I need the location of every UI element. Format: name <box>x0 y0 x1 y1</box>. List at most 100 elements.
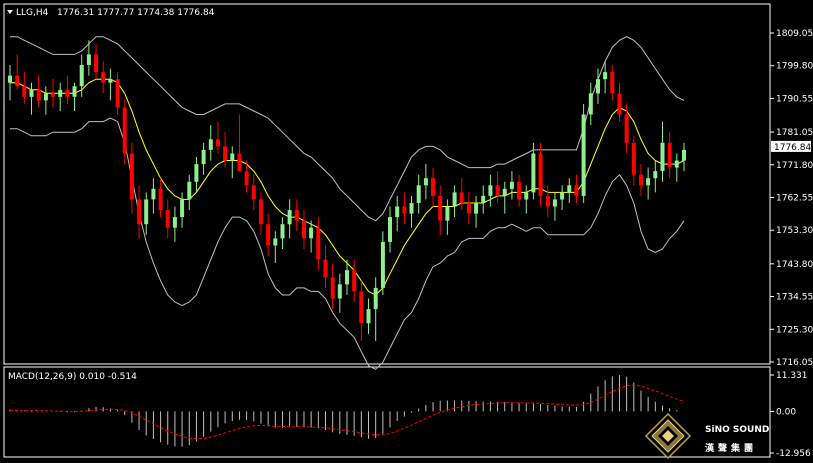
candle-body <box>158 188 163 210</box>
price-tick-label: 1809.05 <box>776 29 813 39</box>
candle-body <box>345 270 349 285</box>
candle-body <box>323 259 328 278</box>
candle-body <box>402 206 407 214</box>
candle-body <box>552 199 557 207</box>
candle-body <box>517 181 522 200</box>
price-tick-label: 1753.30 <box>776 226 813 236</box>
candle-body <box>495 185 500 196</box>
candle-body <box>653 171 658 179</box>
candle-body <box>409 203 414 214</box>
macd-label: MACD(12,26,9) 0.010 -0.514 <box>8 372 137 382</box>
candle-body <box>588 93 593 115</box>
candle-body <box>674 160 679 168</box>
candle-body <box>380 241 385 288</box>
candle-body <box>423 178 428 186</box>
candle-body <box>251 185 256 200</box>
price-tick-label: 1716.05 <box>776 358 813 368</box>
candle-body <box>560 192 565 200</box>
candle-body <box>646 178 651 186</box>
candle-body <box>660 142 665 172</box>
candle-body <box>194 164 199 182</box>
candle-body <box>567 185 572 193</box>
candle-body <box>388 217 392 242</box>
candle-body <box>129 153 134 200</box>
candle-body <box>94 54 98 73</box>
current-price-value: 1776.84 <box>774 143 811 153</box>
candle-body <box>187 181 192 200</box>
ohlc-label: 1776.31 1777.77 1774.38 1776.84 <box>57 8 215 18</box>
candle-body <box>431 178 435 196</box>
macd-tick-label: -12.956 <box>776 449 811 459</box>
candle-body <box>36 89 41 101</box>
price-tick-label: 1734.55 <box>776 293 813 303</box>
price-tick-label: 1781.05 <box>776 128 813 138</box>
candle-body <box>574 185 579 196</box>
candle-body <box>223 146 228 161</box>
candle-body <box>617 93 622 115</box>
candle-body <box>545 195 550 207</box>
candle-body <box>266 224 271 246</box>
candle-body <box>667 142 672 168</box>
candle-body <box>581 114 586 196</box>
candle-body <box>79 65 84 87</box>
candle-body <box>151 188 156 200</box>
symbol-label: LLG,H4 <box>16 8 49 18</box>
candle-body <box>287 210 292 225</box>
candle-body <box>51 93 55 97</box>
price-tick-label: 1771.80 <box>776 161 813 171</box>
candle-body <box>502 188 507 196</box>
macd-tick-label: 0.00 <box>776 407 796 417</box>
candle-body <box>631 142 636 175</box>
candle-body <box>624 114 629 143</box>
candle-body <box>531 153 536 193</box>
candle-body <box>115 79 120 108</box>
candle-body <box>108 79 113 83</box>
current-price-tag: 1776.84 <box>771 140 811 153</box>
candle-body <box>359 291 364 324</box>
candle-body <box>596 79 600 94</box>
candle-body <box>8 75 12 83</box>
price-tick-label: 1790.55 <box>776 94 813 104</box>
candle-body <box>474 203 479 214</box>
candle-body <box>144 199 149 225</box>
candle-body <box>438 195 443 221</box>
price-chart: 1809.05 1799.80 1790.55 1781.05 1771.80 1762.… <box>0 0 813 463</box>
candle-body <box>165 210 170 228</box>
candle-body <box>610 72 615 94</box>
candle-body <box>509 181 514 189</box>
candle-body <box>215 139 220 147</box>
candle-body <box>43 93 48 101</box>
candle-body <box>172 217 177 228</box>
candle-body <box>244 171 249 186</box>
candle-body <box>538 153 543 196</box>
candle-body <box>101 72 106 83</box>
logo-cn-text: 漢聲集團 <box>705 442 757 454</box>
candle-body <box>481 195 486 203</box>
candle-body <box>137 199 142 225</box>
candle-body <box>122 107 127 154</box>
logo-en-text: SiNO SOUND <box>705 425 769 435</box>
candle-body <box>208 139 213 150</box>
price-tick-label: 1725.30 <box>776 325 813 335</box>
candle-body <box>259 199 263 225</box>
candle-body <box>488 185 493 196</box>
candle-body <box>459 192 464 203</box>
candle-body <box>29 89 34 97</box>
candle-body <box>395 206 400 218</box>
candle-body <box>201 149 206 165</box>
candle-body <box>302 220 306 239</box>
candle-body <box>603 72 608 80</box>
candle-body <box>466 203 471 214</box>
candle-body <box>524 192 529 200</box>
candle-body <box>65 89 70 97</box>
candle-body <box>294 210 299 221</box>
macd-tick-label: 11.331 <box>776 371 808 381</box>
candle-body <box>309 227 314 239</box>
price-tick-label: 1743.80 <box>776 260 813 270</box>
candle-body <box>316 227 321 260</box>
candle-body <box>352 270 357 292</box>
candle-body <box>86 54 91 65</box>
candle-body <box>15 75 20 87</box>
chart-header: LLG,H4 1776.31 1777.77 1774.38 1776.84 <box>7 8 215 18</box>
candle-body <box>22 86 27 97</box>
